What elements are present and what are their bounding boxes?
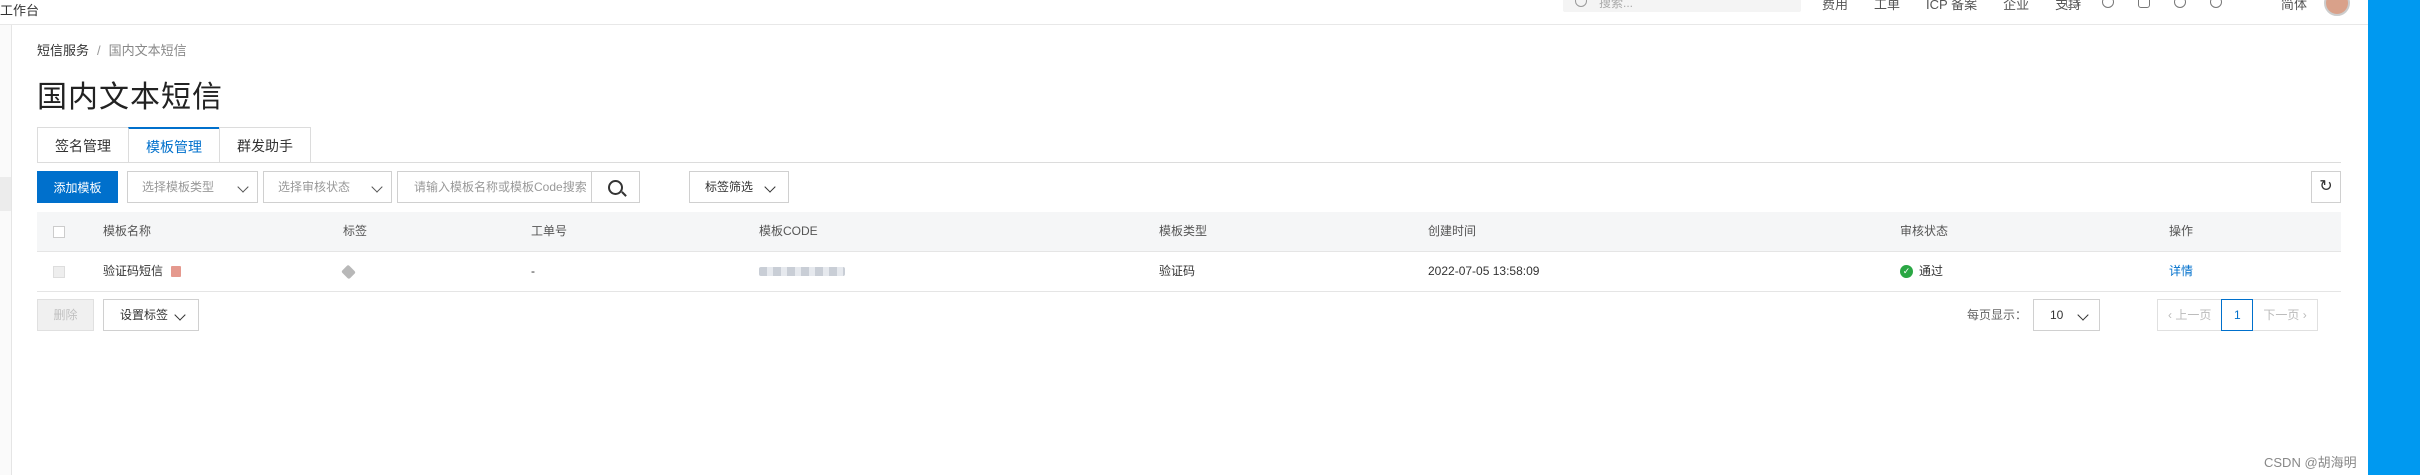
- table-header: 模板名称 标签 工单号 模板CODE 模板类型 创建时间 审核状态 操作: [37, 212, 2341, 252]
- column-header-actions: 操作: [2169, 224, 2194, 238]
- next-page-button[interactable]: 下一页 ›: [2252, 299, 2318, 331]
- pagination: ‹ 上一页 1 下一页 ›: [2157, 299, 2318, 331]
- template-name: 验证码短信: [103, 264, 164, 278]
- refresh-icon: ↻: [2319, 178, 2333, 195]
- next-page-label: 下一页: [2263, 308, 2300, 322]
- template-flag-icon: [171, 266, 182, 278]
- search-icon: [1575, 0, 1587, 7]
- column-header-tag: 标签: [343, 224, 368, 238]
- bulb-icon[interactable]: [2174, 0, 2186, 8]
- search-icon: [608, 180, 623, 195]
- chevron-left-icon: ‹: [2168, 308, 2172, 322]
- help-icon[interactable]: [2210, 0, 2222, 8]
- prev-page-label: 上一页: [2175, 308, 2212, 322]
- table-footer: 删除 设置标签 每页显示： 10 ‹ 上一页 1 下一页 ›: [37, 299, 2341, 331]
- avatar[interactable]: [2324, 0, 2350, 16]
- breadcrumb-separator: /: [97, 43, 101, 58]
- refresh-button[interactable]: ↻: [2311, 171, 2341, 203]
- right-side-panel: [2368, 0, 2420, 475]
- add-template-button[interactable]: 添加模板: [37, 171, 118, 203]
- topbar-link-enterprise[interactable]: 企业: [2003, 0, 2029, 13]
- topbar-icons: [2066, 0, 2222, 8]
- page-number-current[interactable]: 1: [2221, 299, 2254, 331]
- ticket-cell: -: [531, 264, 535, 278]
- global-search-placeholder: 搜索...: [1599, 0, 1634, 10]
- details-link[interactable]: 详情: [2169, 252, 2193, 291]
- template-table: 模板名称 标签 工单号 模板CODE 模板类型 创建时间 审核状态 操作 验证码…: [37, 212, 2341, 292]
- left-sidebar-active-item[interactable]: [0, 177, 11, 211]
- tabs-divider: [37, 162, 2341, 163]
- chevron-down-icon: [174, 309, 186, 321]
- tag-cell: [341, 252, 356, 291]
- review-status-placeholder: 选择审核状态: [278, 180, 351, 194]
- tab-signature-management[interactable]: 签名管理: [37, 127, 129, 163]
- template-search-input[interactable]: 请输入模板名称或模板Code搜索: [397, 171, 592, 203]
- column-header-template-code: 模板CODE: [759, 224, 818, 238]
- column-header-review-status: 审核状态: [1900, 224, 1949, 238]
- language-switch[interactable]: 简体: [2281, 0, 2307, 13]
- chevron-down-icon: [2077, 309, 2089, 321]
- topbar-link-tickets[interactable]: 工单: [1874, 0, 1900, 13]
- chevron-right-icon: ›: [2302, 308, 2307, 322]
- column-header-ticket: 工单号: [531, 224, 568, 238]
- watermark: CSDN @胡海明: [2264, 455, 2357, 470]
- template-type-cell: 验证码: [1159, 264, 1196, 278]
- page-title: 国内文本短信: [37, 81, 223, 114]
- template-type-placeholder: 选择模板类型: [142, 180, 215, 194]
- page-size-select[interactable]: 10: [2033, 299, 2100, 331]
- cart-icon[interactable]: [2138, 0, 2150, 8]
- workbench-link[interactable]: 工作台: [0, 0, 39, 19]
- masked-template-code: [759, 267, 845, 277]
- prev-page-button[interactable]: ‹ 上一页: [2157, 299, 2223, 331]
- template-code-cell: [759, 252, 845, 291]
- template-name-cell: 验证码短信: [103, 252, 182, 291]
- tab-template-management[interactable]: 模板管理: [128, 127, 220, 163]
- created-time-cell: 2022-07-05 13:58:09: [1428, 264, 1540, 278]
- table-row: 验证码短信 - 验证码 2022-07-05 13:58:09 ✓ 通过 详情: [37, 252, 2341, 292]
- topbar-link-fees[interactable]: 费用: [1822, 0, 1848, 13]
- check-circle-icon: ✓: [1900, 265, 1913, 279]
- breadcrumb-current: 国内文本短信: [108, 43, 187, 58]
- tag-filter-dropdown[interactable]: 标签筛选: [689, 171, 789, 203]
- select-all-checkbox[interactable]: [53, 226, 65, 238]
- cloud-icon[interactable]: [2102, 0, 2114, 8]
- column-header-template-name: 模板名称: [103, 224, 152, 238]
- search-button[interactable]: [591, 171, 640, 203]
- topbar-link-icp[interactable]: ICP 备案: [1926, 0, 1977, 13]
- message-icon[interactable]: [2066, 0, 2078, 8]
- chevron-down-icon: [764, 181, 776, 193]
- column-header-created-time: 创建时间: [1428, 224, 1477, 238]
- delete-button[interactable]: 删除: [37, 299, 94, 331]
- tab-bar: 签名管理 模板管理 群发助手: [37, 127, 311, 163]
- review-status-text: 通过: [1919, 264, 1944, 278]
- chevron-down-icon: [371, 181, 383, 193]
- toolbar: 添加模板 选择模板类型 选择审核状态 请输入模板名称或模板Code搜索 标签筛选…: [37, 171, 2341, 203]
- breadcrumb-root-link[interactable]: 短信服务: [37, 43, 89, 58]
- breadcrumb: 短信服务 / 国内文本短信: [37, 40, 187, 59]
- column-header-template-type: 模板类型: [1159, 224, 1208, 238]
- chevron-down-icon: [237, 181, 249, 193]
- template-type-select[interactable]: 选择模板类型: [127, 171, 258, 203]
- review-status-select[interactable]: 选择审核状态: [263, 171, 392, 203]
- left-sidebar: [0, 25, 12, 475]
- topbar-links: 费用 工单 ICP 备案 企业 支持: [1822, 0, 2081, 13]
- page-size-value: 10: [2050, 308, 2064, 322]
- row-checkbox[interactable]: [53, 266, 65, 278]
- tag-filter-label: 标签筛选: [705, 180, 754, 194]
- tag-icon[interactable]: [341, 264, 356, 280]
- global-search-input[interactable]: 搜索...: [1563, 0, 1801, 12]
- set-tag-label: 设置标签: [120, 308, 169, 322]
- set-tag-button[interactable]: 设置标签: [103, 299, 199, 331]
- tab-bulk-send-assistant[interactable]: 群发助手: [219, 127, 311, 163]
- page-size-label: 每页显示：: [1967, 308, 2028, 322]
- review-status-cell: ✓ 通过: [1900, 252, 1943, 291]
- top-navigation-bar: 工作台 搜索... 费用 工单 ICP 备案 企业 支持 简体: [0, 0, 2368, 25]
- template-search-placeholder: 请输入模板名称或模板Code搜索: [414, 180, 587, 194]
